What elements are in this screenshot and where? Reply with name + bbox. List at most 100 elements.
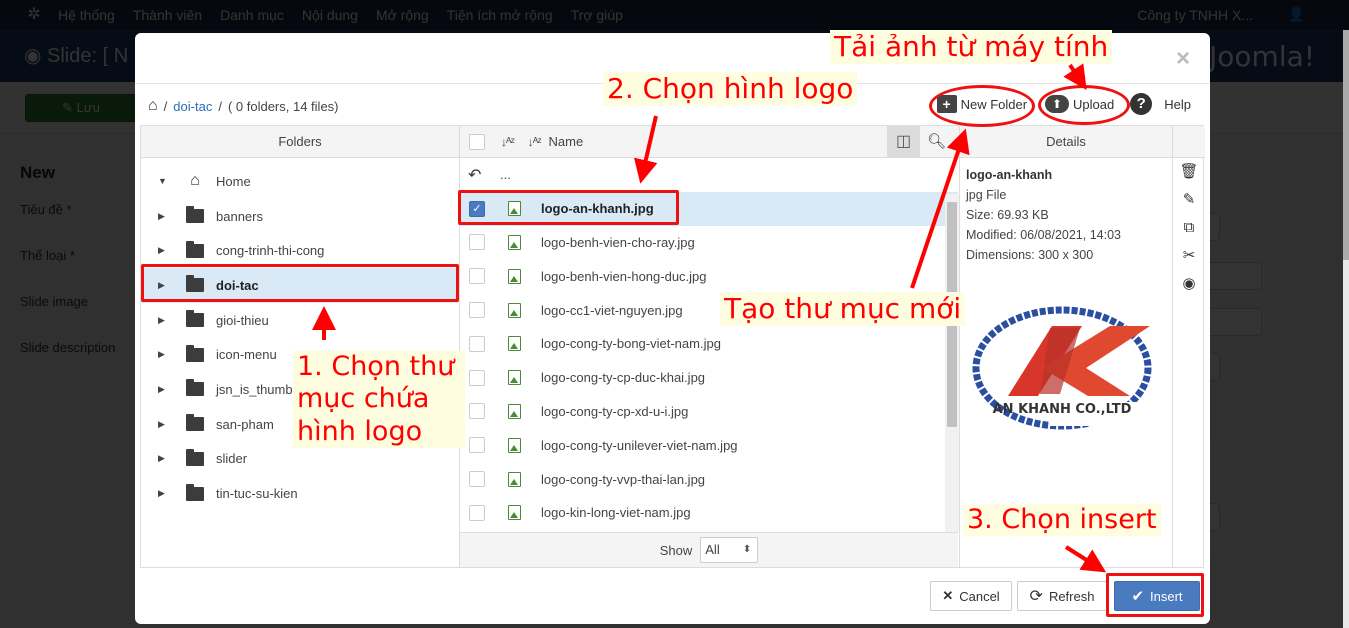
file-checkbox[interactable]	[469, 369, 485, 386]
detail-filetype: jpg File	[966, 188, 1007, 202]
select-all-checkbox[interactable]	[469, 133, 485, 150]
name-column-header[interactable]: Name	[549, 134, 584, 149]
file-checkbox[interactable]	[469, 302, 485, 319]
delete-icon[interactable]: 🗑︎	[1173, 158, 1205, 186]
file-list-scrollbar[interactable]	[945, 194, 959, 532]
show-label: Show	[659, 542, 693, 558]
caret-right-icon[interactable]: ▶	[158, 488, 166, 499]
file-name: logo-benh-vien-cho-ray.jpg	[541, 234, 695, 250]
detail-tools: 🗑︎ ✎ ⧉ ✂ ◉	[1173, 126, 1205, 567]
folder-summary: ( 0 folders, 14 files)	[227, 98, 339, 114]
file-checkbox[interactable]	[469, 403, 485, 420]
folder-item-cong-trinh-thi-cong[interactable]: ▶ cong-trinh-thi-cong	[141, 233, 459, 268]
file-name: logo-cong-ty-unilever-viet-nam.jpg	[541, 437, 738, 453]
detail-dimensions: Dimensions: 300 x 300	[966, 248, 1094, 262]
folder-name: slider	[216, 451, 248, 467]
file-row[interactable]: logo-benh-vien-cho-ray.jpg	[460, 226, 958, 260]
parent-label: ...	[500, 167, 511, 183]
image-file-icon	[508, 471, 521, 487]
files-header: ↓ᴬᶻ ↓ᴬᶻ Name ◫ 🔍︎	[460, 126, 959, 158]
folder-name: Home	[216, 173, 251, 189]
file-name: logo-benh-vien-hong-duc.jpg	[541, 268, 707, 284]
files-footer: Show All	[460, 532, 958, 567]
file-checkbox[interactable]	[469, 335, 485, 352]
caret-right-icon[interactable]: ▶	[158, 384, 166, 395]
annotation-upload: Tải ảnh từ máy tính	[830, 30, 1113, 64]
image-file-icon	[508, 370, 521, 386]
folder-name: jsn_is_thumbs	[216, 381, 300, 397]
folder-icon	[186, 448, 204, 466]
cancel-button[interactable]: ✕ Cancel	[930, 581, 1012, 611]
refresh-icon: ⟳	[1029, 588, 1043, 605]
file-row[interactable]: logo-cong-ty-bong-viet-nam.jpg	[460, 327, 958, 361]
file-row[interactable]: logo-benh-vien-hong-duc.jpg	[460, 259, 958, 293]
search-icon[interactable]: 🔍︎	[920, 126, 953, 157]
show-select[interactable]: All	[700, 537, 759, 563]
edit-icon[interactable]: ✎	[1173, 186, 1205, 214]
image-preview: AN KHANH CO.,LTD	[972, 306, 1160, 430]
caret-right-icon[interactable]: ▶	[158, 419, 166, 430]
folder-item-banners[interactable]: ▶ banners	[141, 199, 459, 234]
sort-asc-icon[interactable]: ↓ᴬᶻ	[501, 135, 515, 149]
refresh-button[interactable]: ⟳ Refresh	[1017, 581, 1107, 611]
sort-desc-icon[interactable]: ↓ᴬᶻ	[528, 135, 542, 149]
folder-item-gioi-thieu[interactable]: ▶ gioi-thieu	[141, 303, 459, 338]
highlight-new-folder	[929, 85, 1035, 127]
breadcrumb-folder-link[interactable]: doi-tac	[173, 99, 212, 114]
detail-filename: logo-an-khanh	[966, 168, 1053, 182]
close-button[interactable]: ×	[1176, 45, 1190, 73]
columns-toggle-icon[interactable]: ◫	[887, 126, 920, 157]
file-checkbox[interactable]	[469, 234, 485, 251]
caret-right-icon[interactable]: ▶	[158, 453, 166, 464]
file-checkbox[interactable]	[469, 437, 485, 454]
parent-folder-row[interactable]: ↶ ...	[460, 158, 958, 192]
help-label: Help	[1164, 96, 1191, 112]
highlight-insert	[1106, 573, 1204, 617]
page-scrollbar[interactable]	[1343, 30, 1349, 628]
file-row[interactable]: logo-kin-long-viet-nam.jpg	[460, 496, 958, 530]
file-row[interactable]: logo-cong-ty-vvp-thai-lan.jpg	[460, 462, 958, 496]
caret-down-icon[interactable]: ▼	[158, 176, 167, 186]
caret-right-icon[interactable]: ▶	[158, 245, 166, 256]
caret-right-icon[interactable]: ▶	[158, 349, 166, 360]
details-header: Details	[960, 126, 1172, 158]
file-name: logo-kin-long-viet-nam.jpg	[541, 505, 691, 521]
folders-pane: Folders ▼ ⌂ Home ▶ banners ▶ cong-trinh-thi-co…	[141, 126, 460, 567]
home-icon: ⌂	[190, 172, 200, 190]
caret-right-icon[interactable]: ▶	[158, 211, 166, 222]
file-row[interactable]: logo-cong-ty-unilever-viet-nam.jpg	[460, 428, 958, 462]
home-icon[interactable]: ⌂	[148, 97, 158, 115]
help-button[interactable]: ? Help	[1130, 93, 1191, 115]
preview-caption: AN KHANH CO.,LTD	[993, 402, 1132, 417]
annotation-step2: 2. Chọn hình logo	[603, 72, 858, 106]
highlight-upload	[1038, 85, 1130, 125]
file-row[interactable]: logo-cong-ty-cp-xd-u-i.jpg	[460, 395, 958, 429]
file-name: logo-cong-ty-bong-viet-nam.jpg	[541, 336, 721, 352]
detail-modified: Modified: 06/08/2021, 14:03	[966, 228, 1121, 242]
image-file-icon	[508, 403, 521, 419]
folder-icon	[186, 344, 204, 362]
cut-icon[interactable]: ✂	[1173, 242, 1205, 270]
folder-icon	[186, 310, 204, 328]
close-x-icon: ✕	[942, 588, 954, 603]
image-file-icon	[508, 437, 521, 453]
folder-icon	[186, 240, 204, 258]
folder-item-Home[interactable]: ▼ ⌂ Home	[141, 164, 459, 199]
image-file-icon	[508, 268, 521, 284]
caret-right-icon[interactable]: ▶	[158, 315, 166, 326]
back-arrow-icon: ↶	[468, 166, 482, 184]
file-row[interactable]: logo-cong-ty-cp-duc-khai.jpg	[460, 361, 958, 395]
image-file-icon	[508, 336, 521, 352]
preview-eye-icon[interactable]: ◉	[1173, 270, 1205, 298]
breadcrumb: ⌂ / doi-tac / ( 0 folders, 14 files)	[148, 97, 339, 115]
copy-icon[interactable]: ⧉	[1173, 214, 1205, 242]
file-checkbox[interactable]	[469, 504, 485, 521]
annotation-step1: 1. Chọn thư mục chứa hình logo	[293, 351, 465, 449]
folder-tree: ▼ ⌂ Home ▶ banners ▶ cong-trinh-thi-cong ▶ doi-t…	[141, 158, 459, 511]
file-checkbox[interactable]	[469, 471, 485, 488]
file-name: logo-cong-ty-cp-xd-u-i.jpg	[541, 403, 689, 419]
detail-size: Size: 69.93 KB	[966, 208, 1049, 222]
file-checkbox[interactable]	[469, 268, 485, 285]
folder-item-tin-tuc-su-kien[interactable]: ▶ tin-tuc-su-kien	[141, 476, 459, 511]
folder-icon	[186, 483, 204, 501]
